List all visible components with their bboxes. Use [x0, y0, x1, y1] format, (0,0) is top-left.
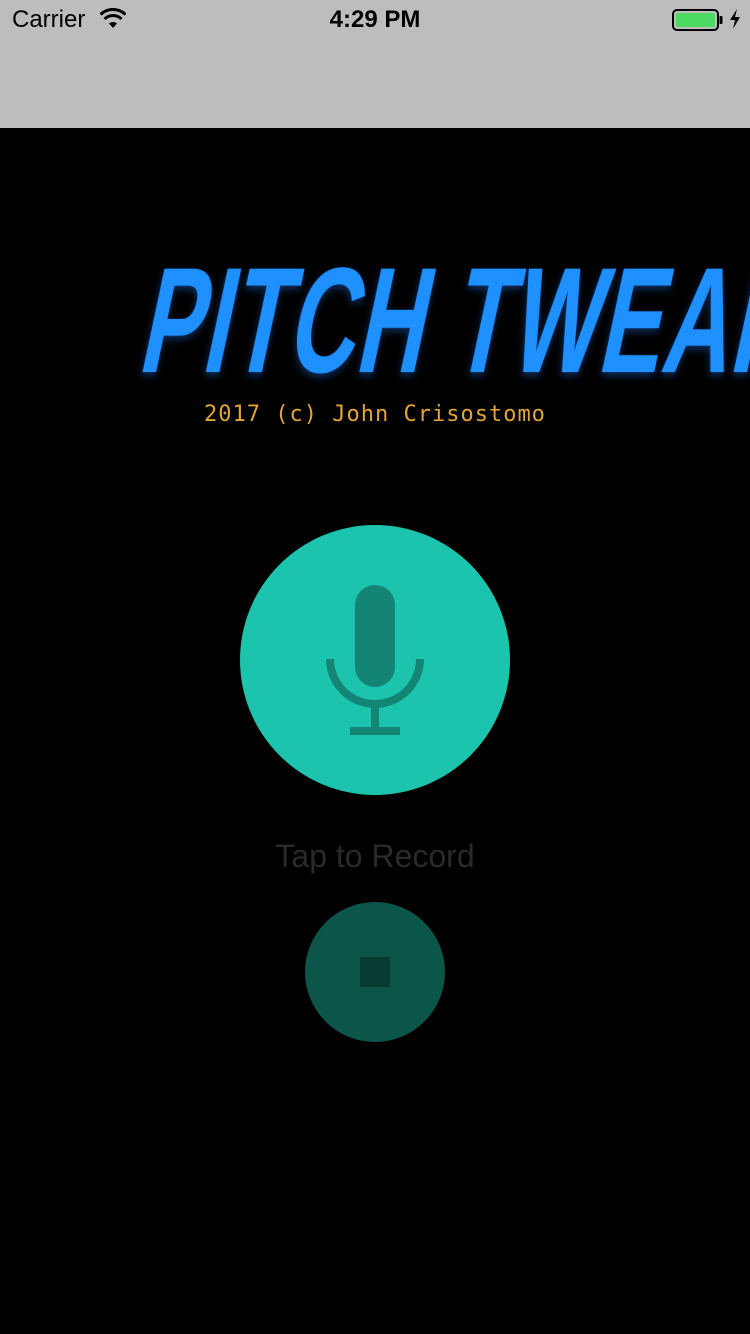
status-bar: Carrier 4:29 PM [0, 0, 750, 40]
app-title: PITCH TWEAKER [129, 236, 750, 404]
app-logo: PITCH TWEAKER [0, 236, 750, 404]
navigation-bar: Carrier 4:29 PM [0, 0, 750, 128]
record-hint-label: Tap to Record [275, 838, 475, 874]
microphone-icon [326, 585, 424, 735]
stop-icon [360, 957, 390, 987]
stop-button[interactable] [305, 902, 445, 1042]
record-button[interactable] [240, 525, 510, 795]
battery-icon [672, 9, 723, 31]
bolt-icon [730, 9, 740, 29]
status-time: 4:29 PM [329, 6, 421, 33]
app-screen: Carrier 4:29 PM PITCH TWEAKER 2017 (c) J… [0, 0, 750, 1334]
copyright-text: 2017 (c) John Crisostomo [204, 402, 546, 427]
